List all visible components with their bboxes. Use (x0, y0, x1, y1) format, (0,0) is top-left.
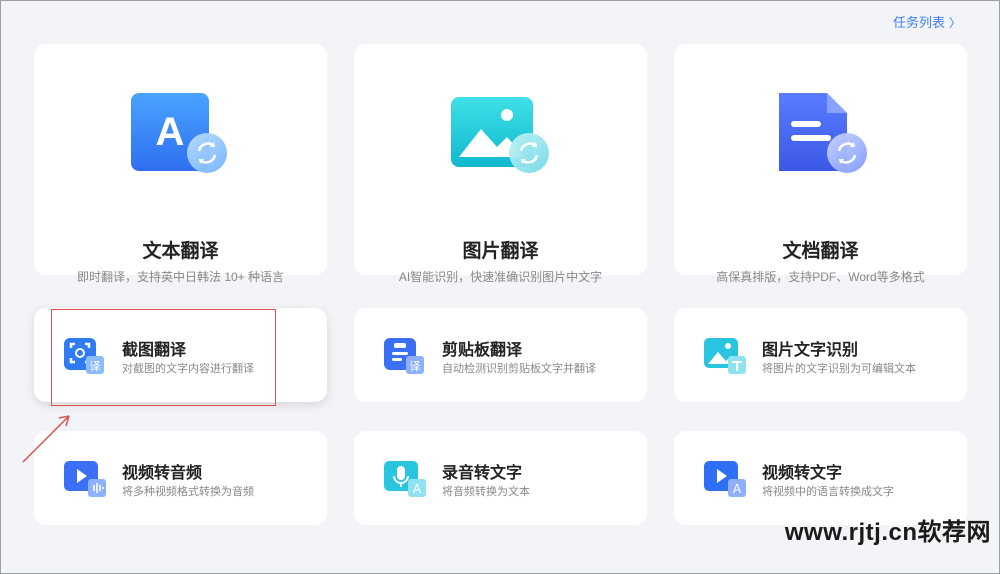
audio-to-text-card[interactable]: A 录音转文字 将音频转换为文本 (354, 431, 647, 525)
card-title: 视频转音频 (122, 465, 203, 482)
document-translate-icon (769, 91, 873, 175)
highlight-box (51, 309, 276, 406)
audio-to-text-icon: A (384, 459, 430, 499)
video-to-text-icon: A (704, 459, 750, 499)
app-window: 任务列表〉 A 文本翻译 即时翻译，支持英中日韩法 10+ 种语言 图片翻译 A… (0, 0, 1000, 574)
video-to-audio-card[interactable]: 视频转音频 将多种视频格式转换为音频 (34, 431, 327, 525)
chevron-right-icon: 〉 (948, 16, 961, 30)
card-subtitle: 将视频中的语言转换成文字 (762, 486, 894, 498)
card-title: 文本翻译 (142, 241, 219, 262)
image-translate-card[interactable]: 图片翻译 AI智能识别，快速准确识别图片中文字 (354, 44, 647, 284)
card-subtitle: AI智能识别，快速准确识别图片中文字 (398, 270, 603, 284)
card-title: 视频转文字 (762, 465, 843, 482)
card-title: 图片文字识别 (762, 342, 859, 359)
card-title: 文档翻译 (782, 241, 859, 262)
svg-text:A: A (413, 482, 422, 496)
card-subtitle: 自动检测识别剪贴板文字并翻译 (442, 363, 596, 375)
card-subtitle: 高保真排版，支持PDF、Word等多格式 (716, 270, 925, 284)
image-ocr-card[interactable]: 图片文字识别 将图片的文字识别为可编辑文本 (674, 308, 967, 402)
card-subtitle: 即时翻译，支持英中日韩法 10+ 种语言 (76, 270, 285, 284)
clipboard-translate-icon: 译 (384, 336, 430, 376)
card-subtitle: 将音频转换为文本 (442, 486, 530, 498)
svg-text:译: 译 (410, 360, 421, 373)
annotation-arrow-icon (22, 415, 70, 463)
image-ocr-icon (704, 336, 750, 376)
task-list-label: 任务列表 (892, 15, 945, 30)
text-translate-icon: A (129, 91, 233, 175)
image-translate-icon (449, 91, 553, 175)
card-title: 剪贴板翻译 (442, 342, 523, 359)
document-translate-card[interactable]: 文档翻译 高保真排版，支持PDF、Word等多格式 (674, 44, 967, 284)
card-subtitle: 将多种视频格式转换为音频 (122, 486, 254, 498)
clipboard-translate-card[interactable]: 译 剪贴板翻译 自动检测识别剪贴板文字并翻译 (354, 308, 647, 402)
text-translate-card[interactable]: A 文本翻译 即时翻译，支持英中日韩法 10+ 种语言 (34, 44, 327, 284)
svg-text:A: A (733, 482, 742, 496)
watermark: www.rjtj.cn软荐网 (784, 519, 991, 546)
card-subtitle: 将图片的文字识别为可编辑文本 (762, 363, 916, 375)
card-title: 录音转文字 (442, 465, 523, 482)
task-list-link[interactable]: 任务列表〉 (893, 12, 961, 31)
card-title: 图片翻译 (462, 241, 539, 262)
svg-text:A: A (155, 110, 184, 154)
video-to-text-card[interactable]: A 视频转文字 将视频中的语言转换成文字 (674, 431, 967, 525)
